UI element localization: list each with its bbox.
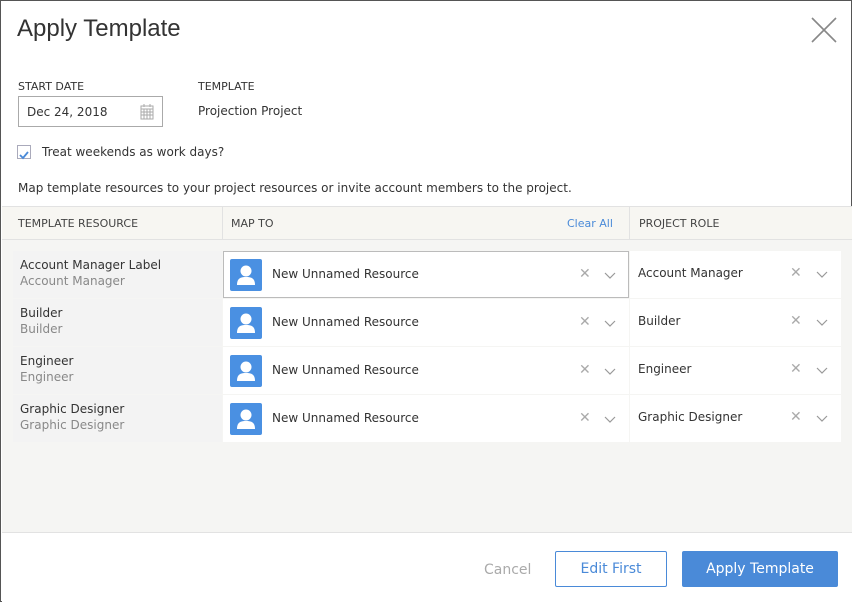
table-row: Builder Builder New Unnamed Resource ✕ B… <box>13 299 841 346</box>
header-template-resource: TEMPLATE RESOURCE <box>18 217 139 230</box>
map-to-select[interactable]: New Unnamed Resource ✕ <box>223 395 629 442</box>
clear-icon[interactable]: ✕ <box>579 362 591 378</box>
resource-mapping-table: TEMPLATE RESOURCE MAP TO Clear All PROJE… <box>2 206 852 532</box>
chevron-down-icon[interactable] <box>816 360 828 379</box>
map-to-value: New Unnamed Resource <box>272 363 419 377</box>
map-to-value: New Unnamed Resource <box>272 315 419 329</box>
start-date-label: START DATE <box>18 80 85 93</box>
user-icon <box>237 361 255 381</box>
project-role-value: Builder <box>638 314 681 328</box>
chevron-down-icon[interactable] <box>604 361 616 380</box>
resource-role: Engineer <box>20 370 74 384</box>
user-icon <box>237 313 255 333</box>
project-role-value: Account Manager <box>638 266 743 280</box>
checkmark-icon <box>19 151 29 160</box>
project-role-value: Engineer <box>638 362 692 376</box>
template-resource-cell: Graphic Designer Graphic Designer <box>13 395 222 442</box>
project-role-select[interactable]: Engineer ✕ <box>630 347 841 394</box>
project-role-value: Graphic Designer <box>638 410 743 424</box>
clear-all-link[interactable]: Clear All <box>567 217 613 230</box>
clear-icon[interactable]: ✕ <box>579 266 591 282</box>
dialog-footer: Cancel Edit First Apply Template <box>2 532 852 602</box>
map-to-select[interactable]: New Unnamed Resource ✕ <box>223 347 629 394</box>
close-icon[interactable] <box>809 15 839 45</box>
start-date-value: Dec 24, 2018 <box>27 105 108 119</box>
map-to-value: New Unnamed Resource <box>272 267 419 281</box>
avatar <box>230 403 262 435</box>
template-resource-cell: Account Manager Label Account Manager <box>13 251 222 298</box>
header-project-role: PROJECT ROLE <box>639 217 720 230</box>
table-header: TEMPLATE RESOURCE MAP TO Clear All PROJE… <box>2 207 852 240</box>
chevron-down-icon[interactable] <box>816 408 828 427</box>
table-row: Engineer Engineer New Unnamed Resource ✕… <box>13 347 841 394</box>
cancel-button[interactable]: Cancel <box>484 562 531 578</box>
template-value: Projection Project <box>198 104 303 118</box>
project-role-select[interactable]: Builder ✕ <box>630 299 841 346</box>
chevron-down-icon[interactable] <box>816 312 828 331</box>
clear-icon[interactable]: ✕ <box>579 410 591 426</box>
template-label: TEMPLATE <box>198 80 255 93</box>
avatar <box>230 355 262 387</box>
project-role-select[interactable]: Graphic Designer ✕ <box>630 395 841 442</box>
info-text: Map template resources to your project r… <box>18 181 572 195</box>
chevron-down-icon[interactable] <box>604 313 616 332</box>
resource-name: Engineer <box>20 354 74 368</box>
weekends-checkbox[interactable] <box>17 145 31 160</box>
start-date-input[interactable]: Dec 24, 2018 <box>18 96 163 127</box>
avatar <box>230 259 262 291</box>
chevron-down-icon[interactable] <box>604 409 616 428</box>
user-icon <box>237 409 255 429</box>
clear-icon[interactable]: ✕ <box>790 361 802 377</box>
resource-role: Builder <box>20 322 63 336</box>
table-row: Graphic Designer Graphic Designer New Un… <box>13 395 841 442</box>
map-to-value: New Unnamed Resource <box>272 411 419 425</box>
apply-template-button[interactable]: Apply Template <box>682 551 838 587</box>
clear-icon[interactable]: ✕ <box>790 313 802 329</box>
project-role-select[interactable]: Account Manager ✕ <box>630 251 841 298</box>
divider <box>222 207 223 240</box>
map-to-select[interactable]: New Unnamed Resource ✕ <box>223 251 629 298</box>
dialog-title: Apply Template <box>17 15 181 42</box>
apply-template-dialog: Apply Template START DATE Dec 24, 2018 T… <box>0 0 852 602</box>
weekends-label: Treat weekends as work days? <box>42 145 225 159</box>
resource-name: Graphic Designer <box>20 402 125 416</box>
edit-first-button[interactable]: Edit First <box>555 551 667 587</box>
resource-name: Account Manager Label <box>20 258 162 272</box>
template-resource-cell: Builder Builder <box>13 299 222 346</box>
chevron-down-icon[interactable] <box>604 265 616 284</box>
divider <box>629 207 630 240</box>
user-icon <box>237 265 255 285</box>
calendar-icon[interactable] <box>140 104 154 120</box>
map-to-select[interactable]: New Unnamed Resource ✕ <box>223 299 629 346</box>
table-row: Account Manager Label Account Manager Ne… <box>13 251 841 298</box>
clear-icon[interactable]: ✕ <box>790 409 802 425</box>
resource-role: Graphic Designer <box>20 418 125 432</box>
clear-icon[interactable]: ✕ <box>790 265 802 281</box>
chevron-down-icon[interactable] <box>816 264 828 283</box>
resource-name: Builder <box>20 306 63 320</box>
header-map-to: MAP TO <box>231 217 274 230</box>
clear-icon[interactable]: ✕ <box>579 314 591 330</box>
avatar <box>230 307 262 339</box>
template-resource-cell: Engineer Engineer <box>13 347 222 394</box>
resource-role: Account Manager <box>20 274 125 288</box>
